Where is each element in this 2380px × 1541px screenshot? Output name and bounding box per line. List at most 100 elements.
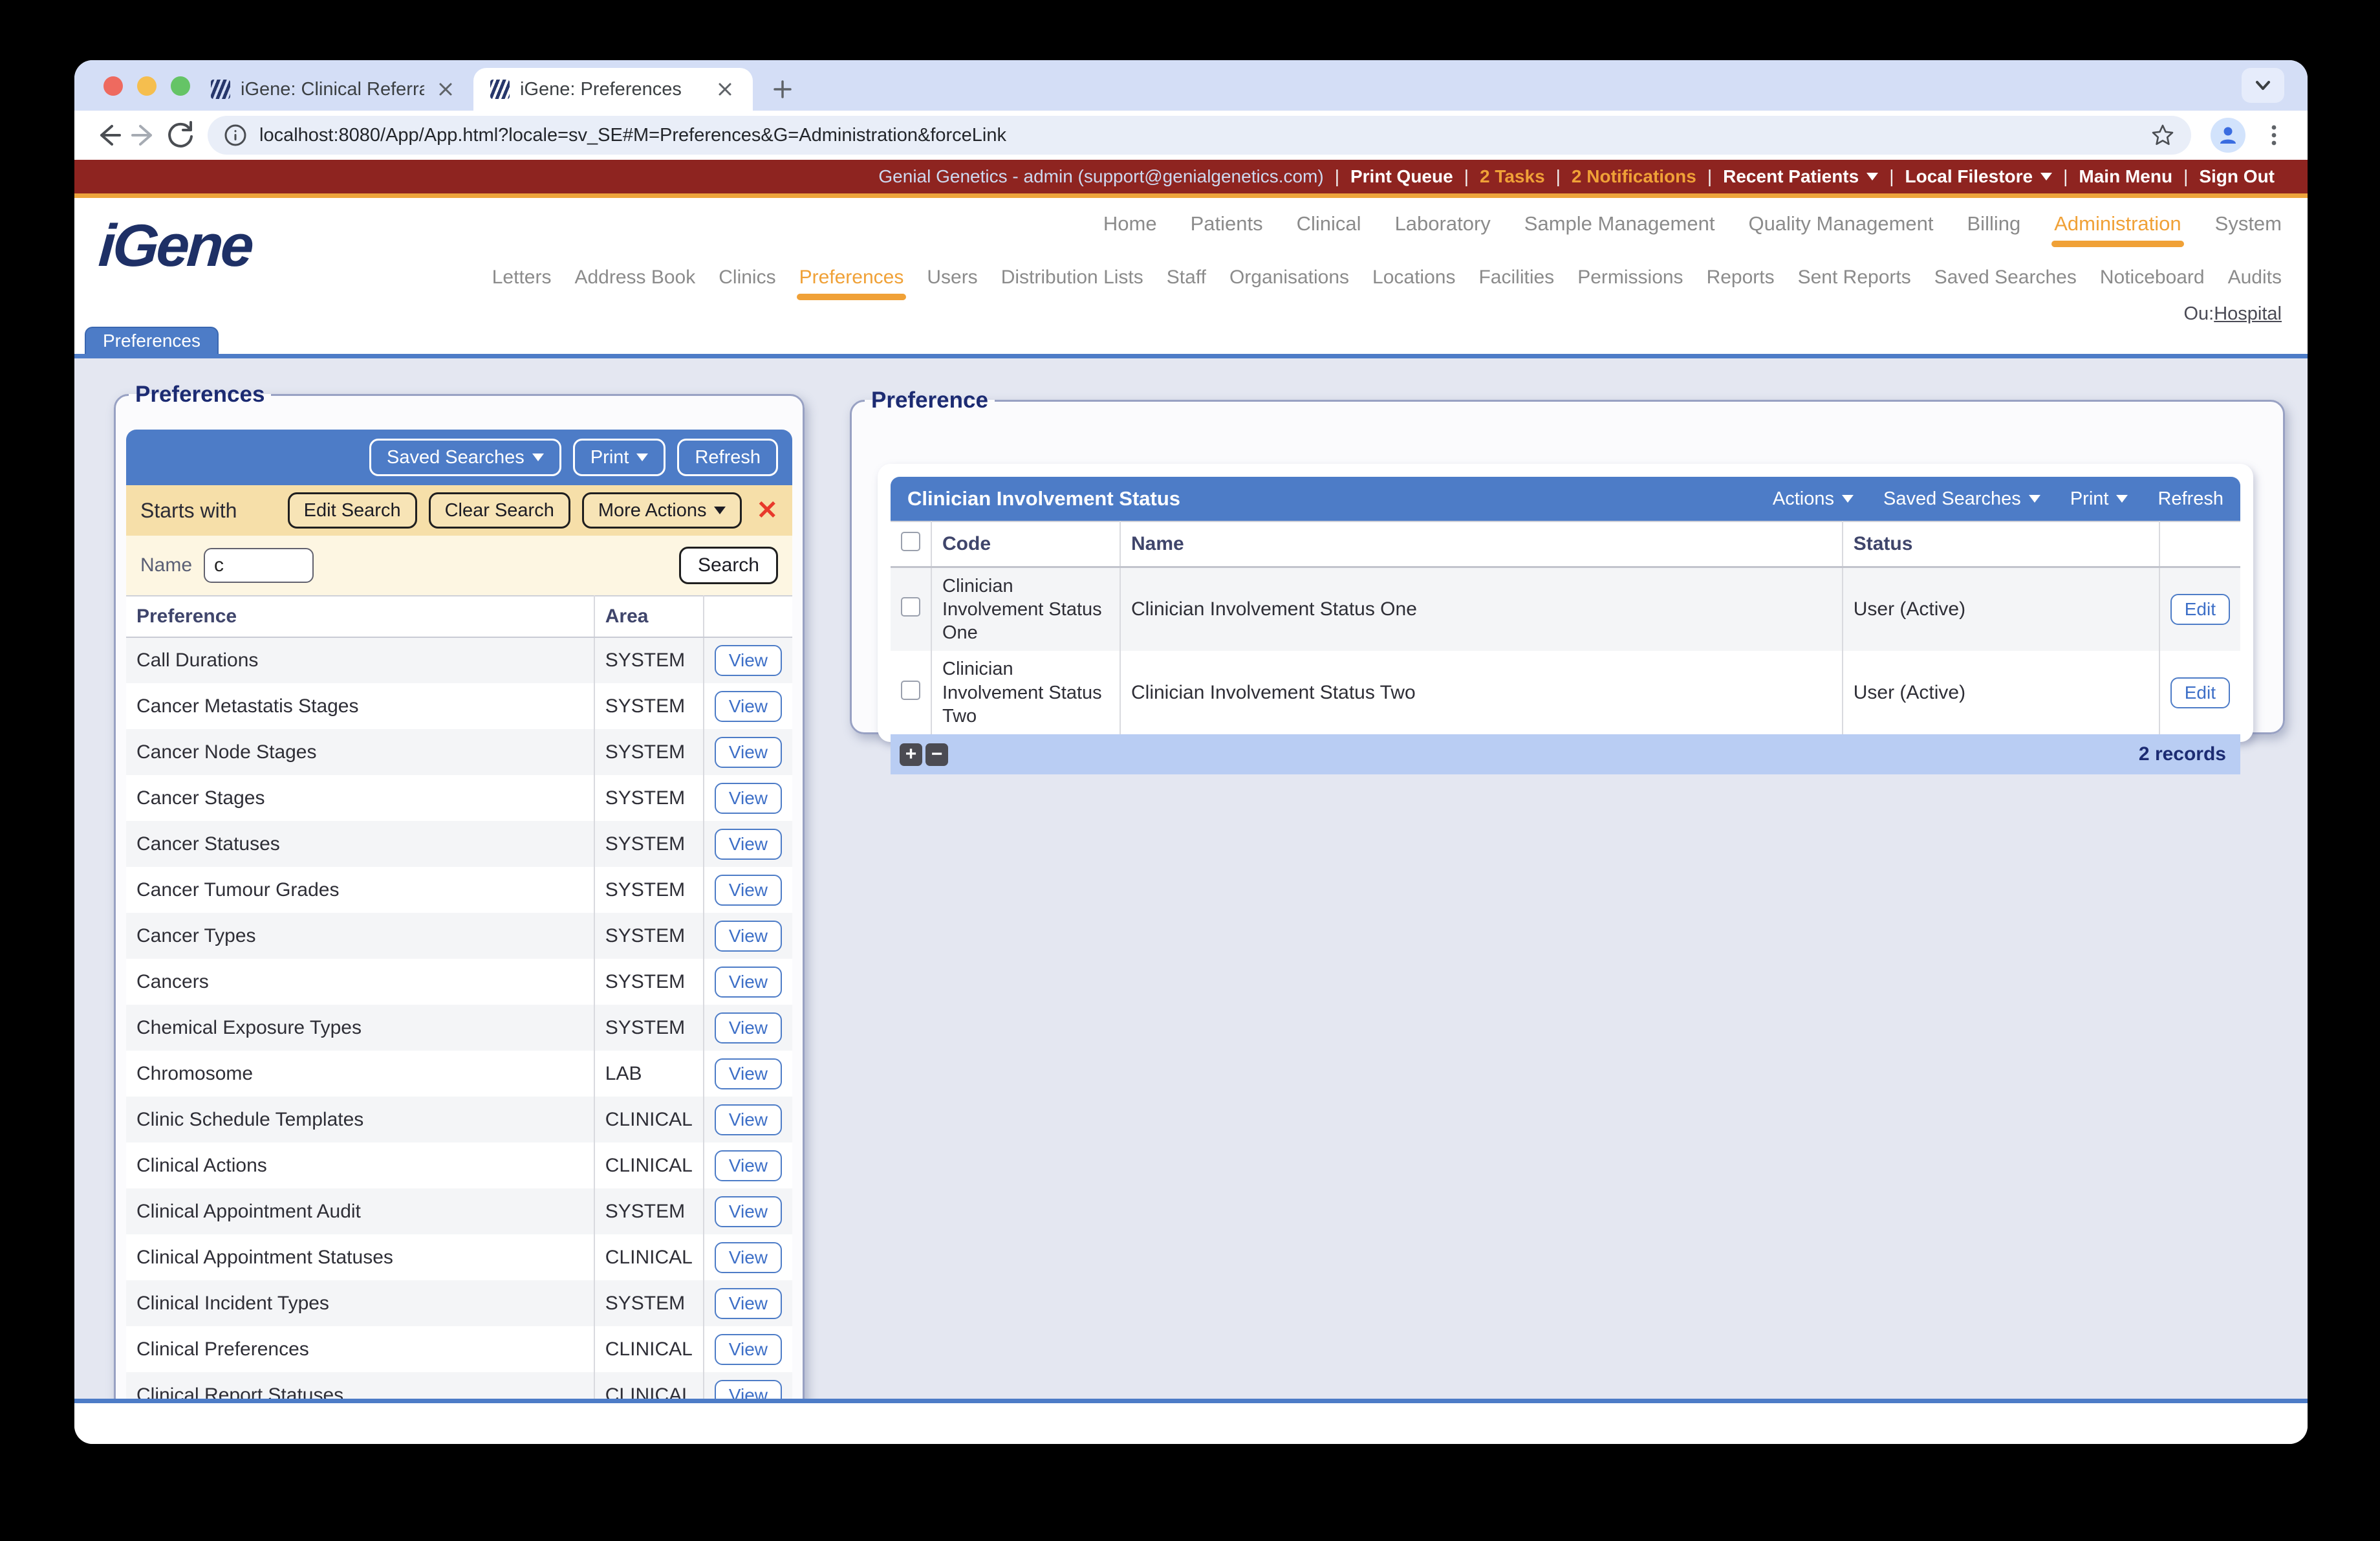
row-checkbox[interactable] bbox=[901, 680, 920, 700]
saved-searches-button[interactable]: Saved Searches bbox=[369, 439, 561, 476]
sub-nav-preferences[interactable]: Preferences bbox=[796, 267, 907, 300]
preferences-page-tab[interactable]: Preferences bbox=[85, 327, 219, 354]
browser-menu-icon[interactable] bbox=[2256, 117, 2292, 153]
tab-close-icon[interactable] bbox=[435, 78, 457, 100]
url-address-bar[interactable]: localhost:8080/App/App.html?locale=sv_SE… bbox=[208, 116, 2191, 155]
view-button[interactable]: View bbox=[714, 736, 782, 768]
saved-searches-menu[interactable]: Saved Searches bbox=[1883, 488, 2040, 510]
sub-nav-staff[interactable]: Staff bbox=[1167, 267, 1206, 289]
bookmark-star-icon[interactable] bbox=[2150, 122, 2176, 148]
print-button[interactable]: Print bbox=[572, 439, 666, 476]
sub-nav-address-book[interactable]: Address Book bbox=[574, 267, 695, 289]
refresh-action[interactable]: Refresh bbox=[2158, 488, 2223, 510]
view-button[interactable]: View bbox=[714, 1241, 782, 1273]
main-nav-clinical[interactable]: Clinical bbox=[1297, 212, 1361, 235]
edit-search-button[interactable]: Edit Search bbox=[287, 492, 417, 529]
view-button[interactable]: View bbox=[714, 874, 782, 906]
sub-nav-audits[interactable]: Audits bbox=[2228, 267, 2282, 289]
actions-cell: View bbox=[704, 959, 792, 1005]
minimize-window-button[interactable] bbox=[137, 76, 157, 96]
main-nav-system[interactable]: System bbox=[2215, 212, 2282, 235]
reload-button[interactable] bbox=[162, 117, 199, 153]
site-info-icon[interactable] bbox=[223, 123, 248, 148]
topbar-item-print-queue[interactable]: Print Queue bbox=[1339, 166, 1464, 187]
sub-nav-users[interactable]: Users bbox=[927, 267, 977, 289]
topbar-item-local-filestore[interactable]: Local Filestore bbox=[1894, 166, 2063, 187]
main-nav-quality-management[interactable]: Quality Management bbox=[1748, 212, 1933, 235]
row-checkbox[interactable] bbox=[901, 596, 920, 617]
view-button[interactable]: View bbox=[714, 645, 782, 676]
view-button[interactable]: View bbox=[714, 920, 782, 952]
main-nav-patients[interactable]: Patients bbox=[1191, 212, 1263, 235]
table-row: Chromosome LAB View bbox=[126, 1051, 792, 1097]
main-nav-home[interactable]: Home bbox=[1103, 212, 1157, 235]
view-button[interactable]: View bbox=[714, 1058, 782, 1089]
sub-nav-saved-searches[interactable]: Saved Searches bbox=[1934, 267, 2077, 289]
remove-record-button[interactable]: − bbox=[925, 743, 948, 766]
name-search-input[interactable] bbox=[204, 548, 314, 583]
main-nav-laboratory[interactable]: Laboratory bbox=[1395, 212, 1491, 235]
table-row: Clinical Report Statuses CLINICAL View bbox=[126, 1372, 792, 1399]
view-button[interactable]: View bbox=[714, 828, 782, 860]
actions-cell: View bbox=[704, 1142, 792, 1188]
topbar-item-2-notifications[interactable]: 2 Notifications bbox=[1561, 166, 1707, 187]
sub-nav-organisations[interactable]: Organisations bbox=[1229, 267, 1349, 289]
topbar-item-main-menu[interactable]: Main Menu bbox=[2068, 166, 2183, 187]
sub-nav-noticeboard[interactable]: Noticeboard bbox=[2100, 267, 2205, 289]
view-button[interactable]: View bbox=[714, 1333, 782, 1365]
sub-nav-clinics[interactable]: Clinics bbox=[719, 267, 775, 289]
dropdown-caret-icon bbox=[714, 507, 726, 514]
preference-name-cell: Cancer Node Stages bbox=[126, 729, 595, 775]
clear-search-button[interactable]: Clear Search bbox=[428, 492, 570, 529]
sub-nav-facilities[interactable]: Facilities bbox=[1478, 267, 1554, 289]
edit-button[interactable]: Edit bbox=[2170, 677, 2230, 708]
actions-menu[interactable]: Actions bbox=[1773, 488, 1854, 510]
more-actions-button[interactable]: More Actions bbox=[581, 492, 742, 529]
select-all-checkbox[interactable] bbox=[901, 531, 920, 551]
view-button[interactable]: View bbox=[714, 690, 782, 722]
main-nav-administration[interactable]: Administration bbox=[2051, 212, 2185, 247]
browser-tab-clinical-referral[interactable]: iGene: Clinical Referral bbox=[194, 68, 473, 111]
sub-nav-sent-reports[interactable]: Sent Reports bbox=[1798, 267, 1911, 289]
view-button[interactable]: View bbox=[714, 1150, 782, 1181]
browser-tab-preferences[interactable]: iGene: Preferences bbox=[473, 68, 753, 111]
sub-nav-permissions[interactable]: Permissions bbox=[1577, 267, 1683, 289]
view-button[interactable]: View bbox=[714, 1012, 782, 1044]
area-cell: SYSTEM bbox=[594, 683, 704, 729]
forward-button[interactable] bbox=[126, 117, 162, 153]
topbar-item-2-tasks[interactable]: 2 Tasks bbox=[1469, 166, 1556, 187]
back-button[interactable] bbox=[90, 117, 126, 153]
topbar-item-sign-out[interactable]: Sign Out bbox=[2188, 166, 2286, 187]
refresh-button[interactable]: Refresh bbox=[677, 439, 778, 476]
close-window-button[interactable] bbox=[103, 76, 123, 96]
main-nav-sample-management[interactable]: Sample Management bbox=[1524, 212, 1715, 235]
new-tab-button[interactable] bbox=[764, 71, 801, 107]
view-button[interactable]: View bbox=[714, 1196, 782, 1227]
view-button[interactable]: View bbox=[714, 782, 782, 814]
view-button[interactable]: View bbox=[714, 966, 782, 998]
topbar-item-label: 2 Notifications bbox=[1571, 166, 1696, 186]
page-tab-row: Preferences bbox=[74, 327, 2308, 358]
view-button[interactable]: View bbox=[714, 1104, 782, 1135]
sub-nav-reports[interactable]: Reports bbox=[1707, 267, 1775, 289]
preference-name-cell: Clinical Incident Types bbox=[126, 1280, 595, 1326]
main-nav-billing[interactable]: Billing bbox=[1967, 212, 2021, 235]
sub-nav-locations[interactable]: Locations bbox=[1372, 267, 1455, 289]
print-menu[interactable]: Print bbox=[2070, 488, 2128, 510]
ou-hospital-link[interactable]: Hospital bbox=[2214, 303, 2282, 324]
tab-search-chevron-button[interactable] bbox=[2242, 68, 2284, 103]
sub-nav-distribution-lists[interactable]: Distribution Lists bbox=[1001, 267, 1143, 289]
table-row: Chemical Exposure Types SYSTEM View bbox=[126, 1005, 792, 1051]
browser-profile-avatar[interactable] bbox=[2211, 118, 2245, 153]
close-search-icon[interactable]: ✕ bbox=[756, 497, 778, 523]
table-row: Cancer Metastatis Stages SYSTEM View bbox=[126, 683, 792, 729]
sub-nav-letters[interactable]: Letters bbox=[492, 267, 552, 289]
edit-button[interactable]: Edit bbox=[2170, 593, 2230, 625]
topbar-item-recent-patients[interactable]: Recent Patients bbox=[1712, 166, 1889, 187]
search-submit-button[interactable]: Search bbox=[678, 547, 778, 584]
tab-close-icon[interactable] bbox=[714, 78, 736, 100]
view-button[interactable]: View bbox=[714, 1379, 782, 1399]
fullscreen-window-button[interactable] bbox=[171, 76, 190, 96]
add-record-button[interactable]: + bbox=[900, 743, 922, 766]
view-button[interactable]: View bbox=[714, 1287, 782, 1319]
